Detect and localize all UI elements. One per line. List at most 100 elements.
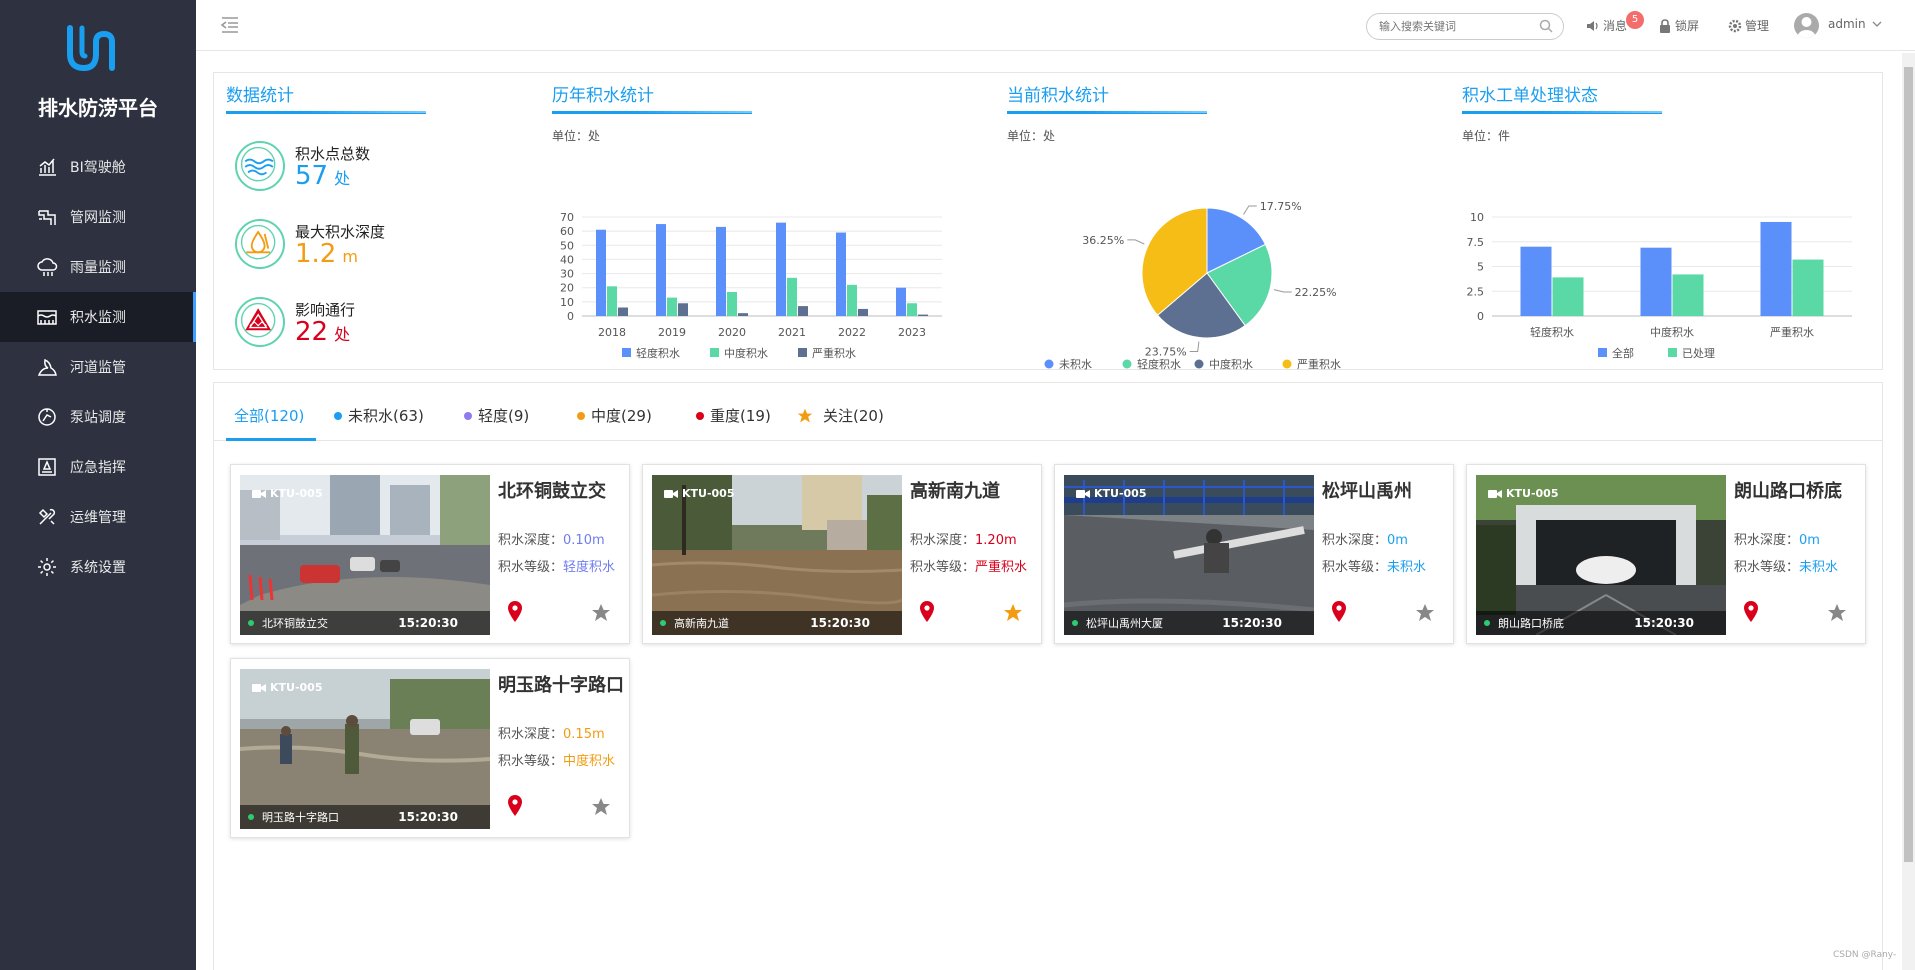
sidebar-item-8[interactable]: 系统设置 bbox=[0, 542, 196, 592]
tab-filter-0[interactable]: 全部(120) bbox=[234, 405, 304, 426]
camera-card[interactable]: KTU-005 松坪山禹州大厦 15:20:30 松坪山禹州 积水深度：0m 积水等级：未… bbox=[1054, 464, 1454, 644]
pump-icon bbox=[38, 408, 56, 426]
legend-swatch bbox=[1122, 359, 1132, 369]
messages-button[interactable]: 消息 bbox=[1586, 17, 1627, 34]
sidebar-item-4[interactable]: 河道监管 bbox=[0, 342, 196, 392]
y-tick-label: 60 bbox=[560, 225, 574, 238]
location-name: 朗山路口桥底 bbox=[1734, 481, 1842, 502]
star-icon[interactable] bbox=[1003, 603, 1023, 623]
bar-轻度积水-2020 bbox=[716, 226, 726, 316]
bar-严重积水-2023 bbox=[918, 314, 928, 316]
video-camera-icon bbox=[664, 489, 678, 498]
level-value: 未积水 bbox=[1799, 560, 1839, 575]
video-camera-icon bbox=[252, 683, 266, 692]
menu-toggle-icon[interactable] bbox=[220, 16, 240, 34]
camera-snapshot[interactable]: KTU-005 朗山路口桥底 15:20:30 bbox=[1476, 475, 1726, 635]
camera-card[interactable]: KTU-005 北环铜鼓立交 15:20:30 北环铜鼓立交 积水深度：0.10m 积水等… bbox=[230, 464, 630, 644]
bar-轻度积水-2018 bbox=[596, 229, 606, 316]
tab-filter-5[interactable]: 关注(20) bbox=[797, 405, 884, 426]
depth-row: 积水深度：0.10m bbox=[498, 533, 605, 548]
y-tick-label: 0 bbox=[1477, 310, 1484, 323]
speaker-icon bbox=[1587, 20, 1598, 31]
camera-time: 15:20:30 bbox=[1634, 616, 1694, 630]
online-status-dot bbox=[660, 620, 666, 626]
sidebar-item-label: 系统设置 bbox=[70, 560, 126, 576]
bar-轻度积水-2019 bbox=[656, 224, 666, 316]
user-menu[interactable]: admin bbox=[1828, 17, 1885, 31]
bar-严重积水-2020 bbox=[738, 313, 748, 316]
camera-snapshot[interactable]: KTU-005 高新南九道 15:20:30 bbox=[652, 475, 902, 635]
map-pin-icon[interactable] bbox=[507, 795, 523, 817]
search-input[interactable] bbox=[1366, 13, 1564, 40]
label-leader-line bbox=[1127, 239, 1145, 245]
map-pin-icon[interactable] bbox=[919, 601, 935, 623]
camera-time: 15:20:30 bbox=[398, 616, 458, 630]
x-tick-label: 2019 bbox=[658, 326, 686, 339]
camera-snapshot[interactable]: KTU-005 松坪山禹州大厦 15:20:30 bbox=[1064, 475, 1314, 635]
pie-label: 17.75% bbox=[1260, 200, 1302, 213]
tab-filter-2[interactable]: 轻度(9) bbox=[464, 405, 529, 426]
avatar[interactable] bbox=[1794, 13, 1819, 38]
star-icon[interactable] bbox=[1827, 603, 1847, 623]
camera-id: KTU-005 bbox=[1488, 487, 1559, 500]
title-underline bbox=[1462, 111, 1662, 114]
depth-row: 积水深度：1.20m bbox=[910, 533, 1017, 548]
app-title: 排水防涝平台 bbox=[38, 96, 158, 120]
y-tick-label: 7.5 bbox=[1467, 236, 1485, 249]
camera-time: 15:20:30 bbox=[810, 616, 870, 630]
map-pin-icon[interactable] bbox=[1331, 601, 1347, 623]
sidebar-item-2[interactable]: 雨量监测 bbox=[0, 242, 196, 292]
tab-label: 全部(120) bbox=[234, 407, 305, 425]
y-tick-label: 5 bbox=[1477, 261, 1484, 274]
sidebar-item-label: BI驾驶舱 bbox=[70, 160, 126, 176]
bar-严重积水-2018 bbox=[618, 307, 628, 316]
gear-icon bbox=[38, 558, 56, 576]
sidebar-item-label: 积水监测 bbox=[70, 310, 126, 326]
camera-snapshot[interactable]: KTU-005 北环铜鼓立交 15:20:30 bbox=[240, 475, 490, 635]
water-level-icon bbox=[37, 310, 57, 325]
sidebar-item-5[interactable]: 泵站调度 bbox=[0, 392, 196, 442]
camera-card[interactable]: KTU-005 朗山路口桥底 15:20:30 朗山路口桥底 积水深度：0m 积水等级：未… bbox=[1466, 464, 1866, 644]
bar-中度积水-2020 bbox=[727, 291, 737, 316]
search-icon[interactable] bbox=[1539, 19, 1553, 33]
camera-id: KTU-005 bbox=[252, 487, 323, 500]
sidebar-item-3[interactable]: 积水监测 bbox=[0, 292, 196, 342]
status-dot bbox=[334, 411, 342, 420]
map-pin-icon[interactable] bbox=[1743, 601, 1759, 623]
location-name: 松坪山禹州 bbox=[1322, 481, 1412, 502]
sidebar-item-0[interactable]: BI驾驶舱 bbox=[0, 142, 196, 192]
camera-snapshot[interactable]: KTU-005 明玉路十字路口 15:20:30 bbox=[240, 669, 490, 829]
bar-严重积水-2022 bbox=[858, 308, 868, 316]
location-name: 高新南九道 bbox=[910, 481, 1000, 502]
y-tick-label: 30 bbox=[560, 268, 574, 281]
scrollbar-thumb[interactable] bbox=[1904, 67, 1913, 862]
level-row: 积水等级：未积水 bbox=[1734, 560, 1839, 575]
star-icon[interactable] bbox=[591, 797, 611, 817]
sidebar-item-label: 管网监测 bbox=[70, 210, 126, 226]
tab-filter-3[interactable]: 中度(29) bbox=[577, 405, 652, 426]
tab-filter-1[interactable]: 未积水(63) bbox=[334, 405, 424, 426]
star-icon[interactable] bbox=[1415, 603, 1435, 623]
page-scrollbar[interactable] bbox=[1902, 53, 1915, 970]
map-pin-icon[interactable] bbox=[507, 601, 523, 623]
y-tick-label: 20 bbox=[560, 282, 574, 295]
x-tick-label: 2023 bbox=[898, 326, 926, 339]
tab-filter-4[interactable]: 重度(19) bbox=[696, 405, 771, 426]
manage-button[interactable]: 管理 bbox=[1728, 17, 1769, 34]
sidebar-item-1[interactable]: 管网监测 bbox=[0, 192, 196, 242]
sidebar-item-7[interactable]: 运维管理 bbox=[0, 492, 196, 542]
star-icon[interactable] bbox=[591, 603, 611, 623]
lock-screen-button[interactable]: 锁屏 bbox=[1658, 17, 1699, 34]
sidebar-item-6[interactable]: 应急指挥 bbox=[0, 442, 196, 492]
x-tick-label: 2022 bbox=[838, 326, 866, 339]
warning-icon bbox=[235, 297, 285, 347]
camera-card[interactable]: KTU-005 高新南九道 15:20:30 高新南九道 积水深度：1.20m 积水等级：… bbox=[642, 464, 1042, 644]
sidebar-item-label: 泵站调度 bbox=[70, 410, 126, 426]
camera-card[interactable]: KTU-005 明玉路十字路口 15:20:30 明玉路十字路口 积水深度：0.15m 积… bbox=[230, 658, 630, 838]
depth-row: 积水深度：0m bbox=[1322, 533, 1408, 548]
bar-已处理-严重积水 bbox=[1792, 259, 1824, 316]
legend-label: 未积水 bbox=[1059, 358, 1092, 371]
y-tick-label: 10 bbox=[1470, 211, 1484, 224]
camera-id: KTU-005 bbox=[664, 487, 735, 500]
x-tick-label: 轻度积水 bbox=[1530, 325, 1574, 339]
